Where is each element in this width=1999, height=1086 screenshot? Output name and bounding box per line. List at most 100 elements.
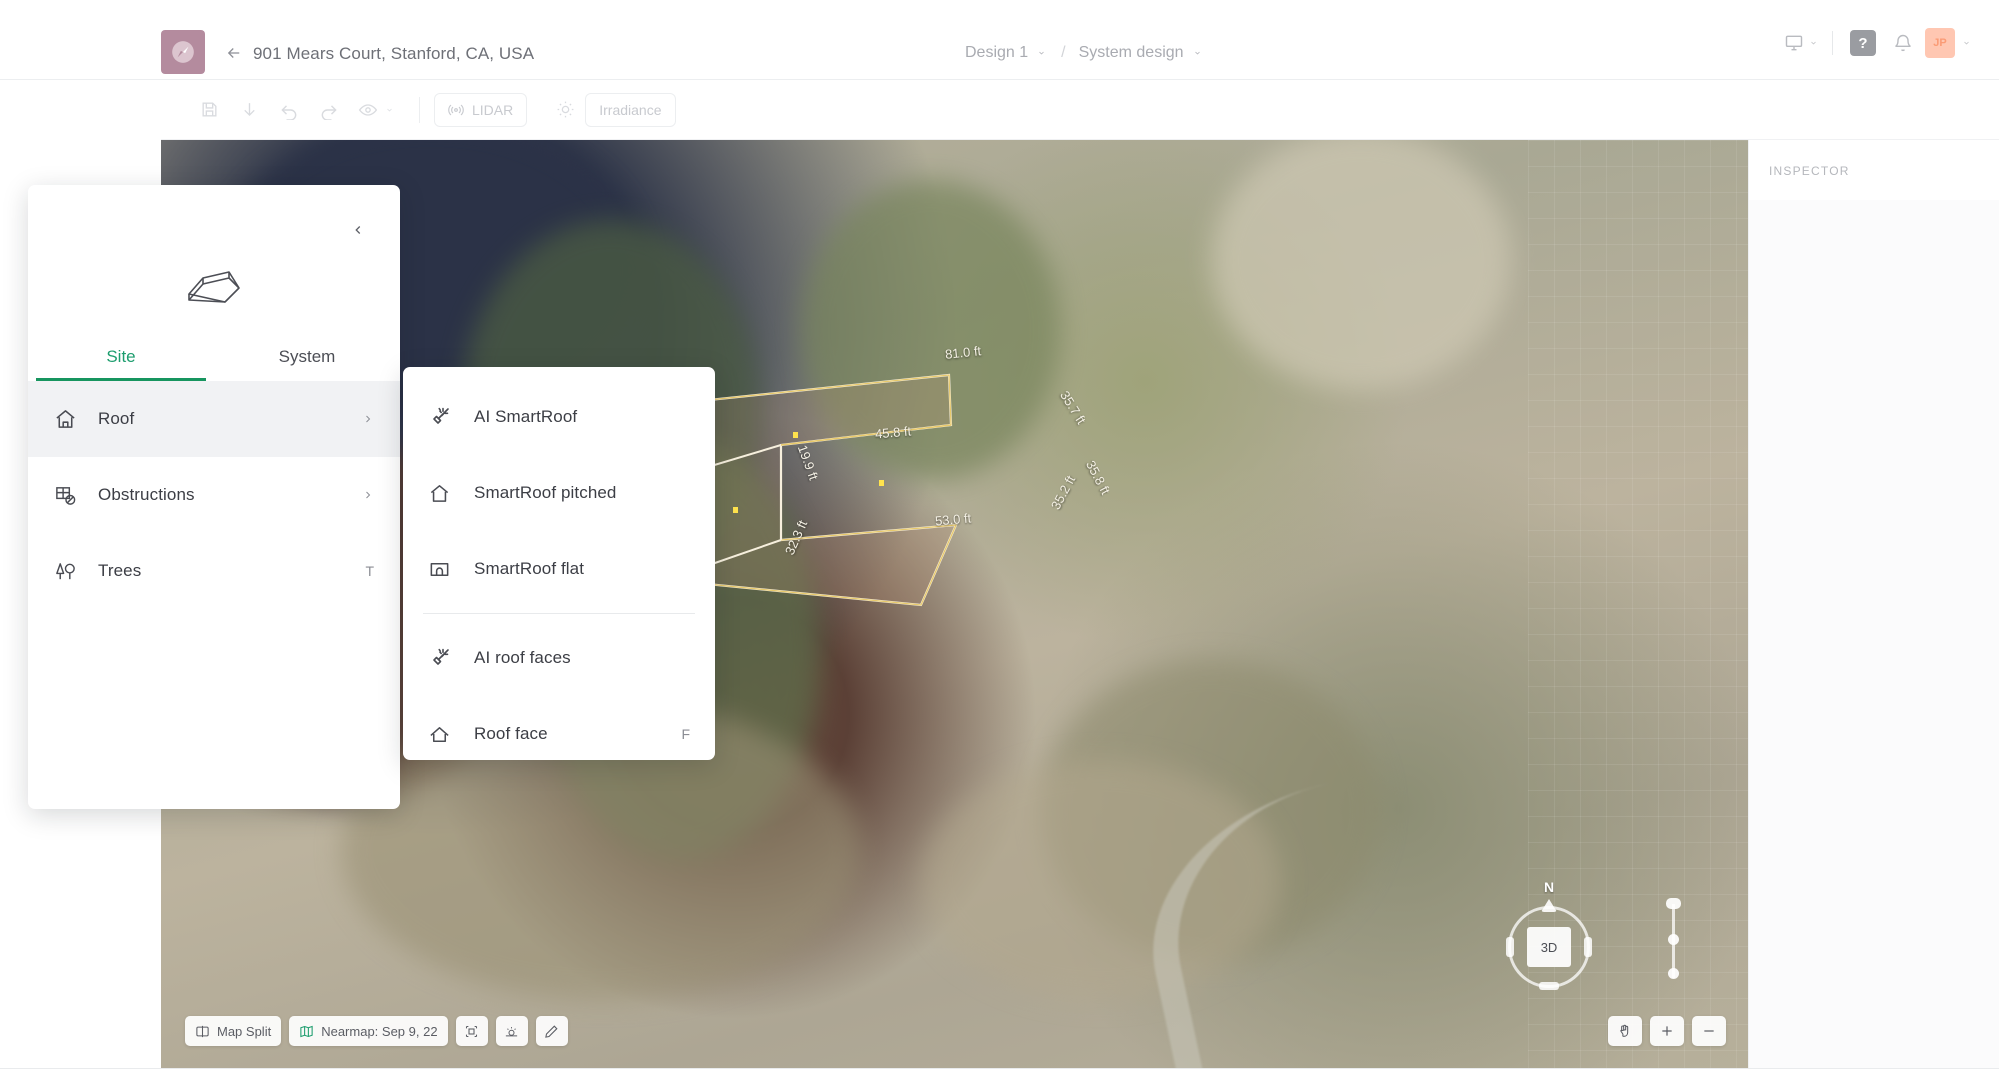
sidebar-item-obstructions-label: Obstructions (98, 485, 195, 504)
home-icon (54, 408, 88, 431)
map-zoom-controls[interactable] (1608, 1016, 1726, 1046)
sidebar-item-obstructions[interactable]: Obstructions (28, 457, 400, 533)
tilt-slider-handle-top[interactable] (1666, 898, 1681, 909)
nearmap-button[interactable]: Nearmap: Sep 9, 22 (289, 1016, 448, 1046)
chevron-down-icon (1194, 51, 1200, 55)
sidebar-item-trees-label: Trees (98, 561, 142, 580)
zoom-out-button[interactable] (1692, 1016, 1726, 1046)
tab-system[interactable]: System (214, 333, 400, 381)
sun-horizon-icon (505, 1026, 518, 1036)
breadcrumb-separator: / (1061, 44, 1066, 61)
menu-item-smartroof-flat[interactable]: SmartRoof flat (403, 531, 715, 607)
trees-icon (54, 560, 88, 583)
menu-item-roof-face[interactable]: Roof face F (403, 696, 715, 772)
chevron-down-icon (387, 108, 392, 111)
tilt-slider-handle-bottom[interactable] (1668, 968, 1679, 979)
redo-button[interactable] (309, 92, 349, 128)
site-address: 901 Mears Court, Stanford, CA, USA (253, 44, 535, 63)
submenu-divider (423, 613, 695, 614)
chevron-right-icon (362, 487, 374, 503)
minus-icon (1704, 1030, 1714, 1032)
redo-icon (321, 104, 337, 120)
download-button[interactable] (229, 92, 269, 128)
flat-roof-icon (428, 558, 464, 581)
editor-toolbar: LIDAR Irradiance (161, 80, 1999, 140)
roof-face-icon (428, 723, 464, 746)
view-selector[interactable]: System design (1079, 44, 1204, 62)
sidebar-item-roof[interactable]: Roof (28, 381, 400, 457)
magic-wand-icon (428, 646, 464, 670)
chevron-left-icon (355, 226, 361, 234)
lidar-button[interactable]: LIDAR (434, 92, 528, 127)
irradiance-button[interactable]: Irradiance (585, 92, 676, 127)
map-split-icon (196, 1025, 209, 1037)
menu-item-ai-roof-faces[interactable]: AI roof faces (403, 620, 715, 696)
toolbar-divider (419, 96, 420, 123)
back-button[interactable] (223, 44, 245, 62)
bell-icon (1895, 34, 1911, 52)
panel-collapse-button[interactable] (348, 220, 368, 240)
header-divider (1832, 31, 1833, 55)
sun-toggle-button[interactable] (545, 92, 585, 128)
panel-tabs[interactable]: Site System (28, 333, 400, 381)
inspector-title: INSPECTOR (1769, 164, 1850, 178)
notifications-button[interactable] (1883, 26, 1923, 60)
compass-north-label: N (1543, 879, 1555, 895)
measure-button[interactable] (535, 1016, 568, 1046)
header-actions: ? JP (1782, 26, 1975, 60)
obstruction-grid-icon (54, 484, 88, 507)
menu-item-ai-smartroof-label: AI SmartRoof (474, 407, 578, 426)
crop-button[interactable] (455, 1016, 488, 1046)
tab-site[interactable]: Site (28, 333, 214, 381)
brand-logo[interactable] (161, 30, 205, 74)
display-mode-button[interactable] (1782, 26, 1822, 60)
chevron-down-icon (1811, 41, 1816, 45)
menu-item-ai-smartroof[interactable]: AI SmartRoof (403, 379, 715, 455)
map-split-label: Map Split (217, 1023, 272, 1039)
menu-item-smartroof-flat-label: SmartRoof flat (474, 559, 585, 578)
map-split-button[interactable]: Map Split (185, 1016, 282, 1046)
inspector-body (1749, 200, 1999, 1068)
avatar: JP (1925, 28, 1955, 58)
irradiance-label: Irradiance (599, 101, 662, 118)
undo-button[interactable] (269, 92, 309, 128)
lidar-icon (448, 104, 464, 115)
visibility-button[interactable] (349, 92, 405, 128)
view-name: System design (1078, 44, 1184, 61)
help-label: ? (1850, 30, 1876, 56)
save-button[interactable] (189, 92, 229, 128)
window-bottom-strip (0, 1068, 1999, 1086)
compass-nub-left (1506, 937, 1514, 957)
menu-item-smartroof-pitched-label: SmartRoof pitched (474, 483, 617, 502)
plus-icon (1662, 1026, 1672, 1036)
tilt-slider-handle-mid[interactable] (1668, 934, 1679, 945)
zoom-in-button[interactable] (1650, 1016, 1684, 1046)
monitor-icon (1785, 35, 1803, 51)
sun-icon (557, 101, 574, 118)
app-header: 901 Mears Court, Stanford, CA, USA Desig… (0, 0, 1999, 80)
compass-widget[interactable]: N 3D (1506, 868, 1688, 990)
download-icon (243, 103, 255, 116)
compass-dial[interactable]: N 3D (1506, 879, 1592, 990)
chevron-right-icon (362, 411, 374, 427)
pan-button[interactable] (1608, 1016, 1642, 1046)
panel-item-list: Roof Obstructions Trees T (28, 381, 400, 609)
tilt-slider[interactable] (1666, 898, 1681, 982)
toggle-3d-button[interactable]: 3D (1527, 927, 1571, 967)
visibility-eye-icon (358, 103, 378, 116)
map-bottom-toolbar[interactable]: Map Split Nearmap: Sep 9, 22 (185, 1016, 568, 1046)
sun-path-button[interactable] (495, 1016, 528, 1046)
menu-item-roof-face-label: Roof face (474, 724, 548, 743)
design-name: Design 1 (965, 44, 1029, 61)
breadcrumb: Design 1 / System design (965, 44, 1204, 62)
chevron-down-icon (1039, 51, 1044, 55)
user-menu[interactable]: JP (1923, 26, 1975, 60)
compass-nub-bottom (1539, 982, 1559, 990)
sidebar-item-trees[interactable]: Trees T (28, 533, 400, 609)
help-button[interactable]: ? (1843, 26, 1883, 60)
design-selector[interactable]: Design 1 (965, 44, 1048, 62)
pencil-icon (545, 1024, 558, 1038)
hand-icon (1620, 1024, 1629, 1037)
menu-item-smartroof-pitched[interactable]: SmartRoof pitched (403, 455, 715, 531)
chevron-down-icon (1964, 41, 1969, 45)
